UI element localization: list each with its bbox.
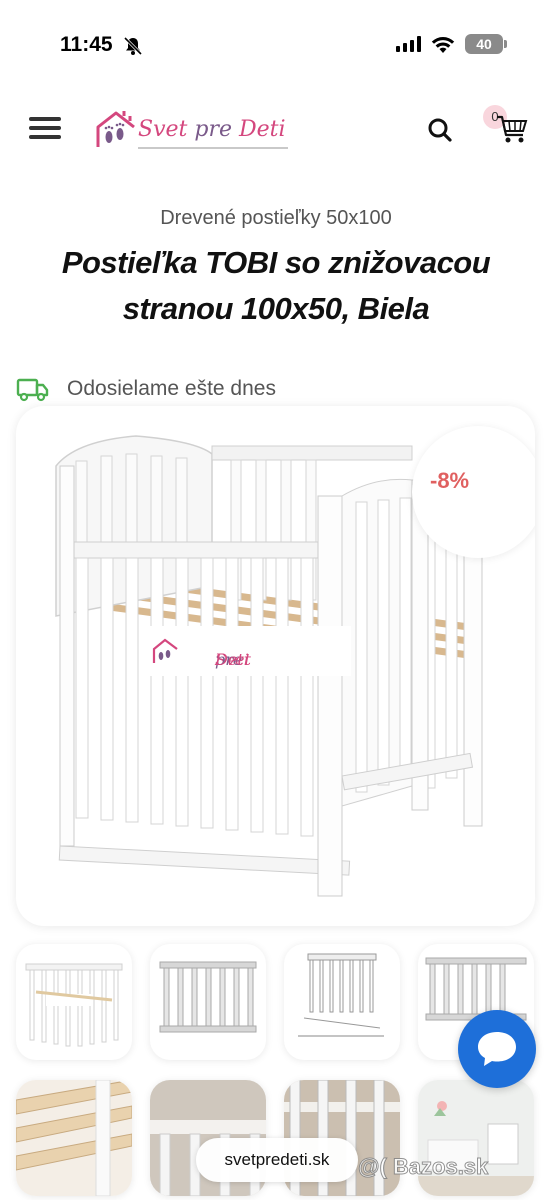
logo-underline	[138, 147, 288, 149]
product-title-line1: Postieľka TOBI so znižovacou	[61, 245, 491, 280]
bazos-watermark: @( Bazos.sk	[357, 1154, 489, 1180]
site-url-pill[interactable]: svetpredeti.sk	[196, 1138, 358, 1182]
status-bar: 11:45 40	[0, 0, 552, 80]
cellular-signal-icon	[396, 36, 421, 52]
battery-indicator: 40	[465, 34, 503, 54]
house-feet-logo-icon	[96, 111, 135, 147]
product-title: Postieľka TOBI so znižovacou stranou 100…	[0, 240, 552, 332]
shipping-info: Odosielame ešte dnes	[16, 372, 276, 406]
logo-text: Svet pre Deti	[138, 117, 286, 142]
shopping-cart-icon[interactable]	[495, 113, 529, 145]
thumbnail-slats-image	[16, 1080, 132, 1196]
menu-icon[interactable]	[29, 117, 61, 139]
site-url-text: svetpredeti.sk	[224, 1150, 330, 1169]
image-watermark-logo: Svet pre Deti	[147, 626, 351, 676]
battery-nub	[504, 40, 507, 48]
thumbnail-3[interactable]	[284, 944, 400, 1060]
site-header: Svet pre Deti 0	[0, 95, 552, 165]
shipping-text: Odosielame ešte dnes	[67, 377, 276, 400]
site-logo[interactable]: Svet pre Deti	[94, 107, 294, 153]
product-title-line2: stranou 100x50, Biela	[122, 291, 430, 326]
status-time: 11:45	[60, 33, 113, 56]
house-feet-logo-icon	[152, 638, 178, 663]
chat-bubble-icon	[478, 1032, 516, 1066]
thumbnail-2[interactable]	[150, 944, 266, 1060]
thumbnail-1[interactable]	[16, 944, 132, 1060]
discount-label: -8%	[430, 468, 470, 493]
bell-off-icon	[123, 36, 143, 56]
wifi-icon	[431, 37, 455, 53]
delivery-truck-icon	[16, 378, 49, 402]
chat-button[interactable]	[458, 1010, 536, 1088]
thumbnail-crib-image	[25, 963, 123, 1047]
thumbnail-crib-image	[298, 953, 384, 1037]
thumbnail-crib-image	[158, 958, 258, 1044]
product-category[interactable]: Drevené postieľky 50x100	[0, 207, 552, 230]
battery-level: 40	[476, 36, 492, 52]
search-icon[interactable]	[427, 117, 453, 143]
thumbnail-5[interactable]	[16, 1080, 132, 1196]
